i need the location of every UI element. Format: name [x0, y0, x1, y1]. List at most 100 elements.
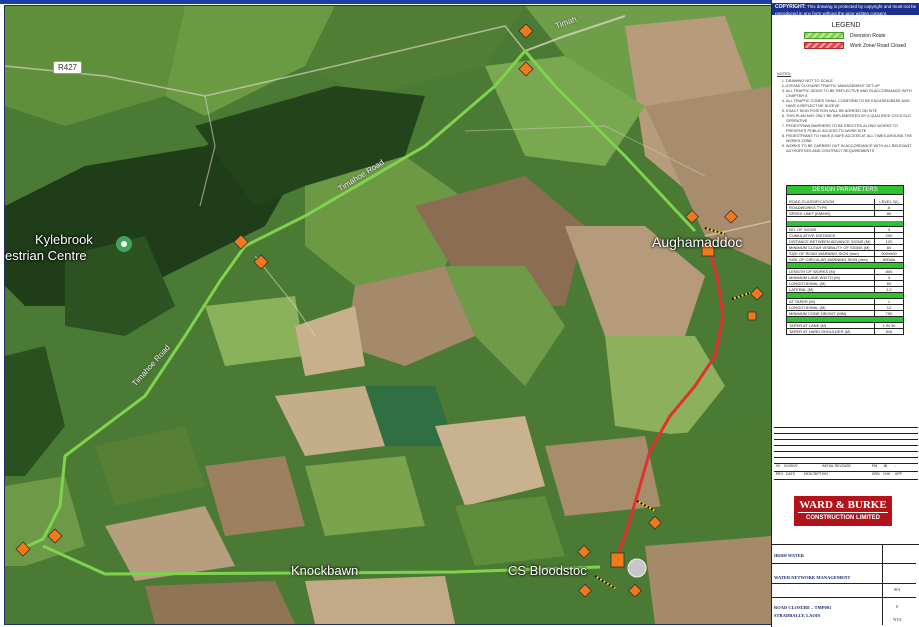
drawing-scale: NTS [893, 617, 902, 622]
logo-sub-text: CONSTRUCTION LIMITED [806, 515, 880, 521]
project-name: WATER NETWORK MANAGEMENT [774, 575, 851, 580]
place-label-cs-bloodstock: CS Bloodstoc [508, 563, 587, 578]
rev-header-date: DATE [786, 472, 796, 476]
legend-item-workzone: Work Zone/ Road Closed [778, 42, 914, 49]
rev-header-approved: APP [895, 472, 903, 476]
param-value: 800 [885, 269, 893, 274]
drawing-number: 001 [894, 587, 901, 592]
param-label: ROADWORKS TYPE [787, 205, 875, 210]
param-label: SPEED LIMIT (KM/HR) [787, 211, 875, 216]
design-parameters-table: DESIGN PARAMETERS ROAD CLASSIFICATION LEV… [786, 185, 904, 335]
param-value: 1 IN 30 [882, 323, 896, 328]
place-label-aughamaddoc: Aughamaddoc [652, 234, 743, 250]
design-parameters-title: DESIGN PARAMETERS [786, 185, 904, 195]
note-item: WORKS TO BE CARRIED OUT IN ACCORDANCE WI… [786, 144, 915, 154]
drawing-revision: 0 [896, 604, 899, 609]
rev-header-description: DESCRIPTION [804, 472, 828, 476]
param-label: MINIMUM LANE WIDTH (M) [787, 275, 875, 280]
rule [774, 439, 918, 440]
drawing-title-1: ROAD CLOSURE – TMP001 [774, 605, 832, 610]
copyright-label: COPYRIGHT: [775, 4, 806, 10]
legend-swatch-workzone [804, 42, 844, 49]
legend-label-workzone: Work Zone/ Road Closed [850, 42, 907, 49]
param-label: CUMULATIVE DISTANCE [787, 233, 875, 238]
rev-number: 00 [776, 464, 780, 468]
notes-title: NOTES: [777, 72, 792, 76]
legend-label-diversion: Diversion Route [850, 32, 886, 39]
legend: LEGEND Diversion Route Work Zone/ Road C… [778, 22, 914, 49]
rule [774, 427, 918, 428]
param-label: AT TAPER (M) [787, 299, 875, 304]
param-label: SIZE OF ROAD WARNING SIGN (mm) [787, 251, 875, 256]
notes: NOTES: DRAWING NOT TO SCALE A ROAD CLOSU… [777, 72, 915, 154]
notes-list: DRAWING NOT TO SCALE A ROAD CLOSURE TRAF… [777, 79, 915, 154]
param-label: LENGTH OF WORKS (M) [787, 269, 875, 274]
param-value: 3 [887, 275, 891, 280]
rev-drawn: PM [872, 464, 878, 468]
rule [774, 445, 918, 446]
param-label: NO. OF SIGNS [787, 227, 875, 232]
param-value: LEVEL 2(i) [879, 199, 899, 204]
rule [774, 457, 918, 458]
rev-header-drawn: DRN [872, 472, 880, 476]
place-label-kylebrook: Kylebrook [35, 232, 93, 247]
param-value: 200 [885, 233, 893, 238]
title-panel: COPYRIGHT: This drawing is protected by … [771, 0, 919, 627]
rule [774, 451, 918, 452]
param-value: 1.2 [886, 287, 892, 292]
note-item: THIS PLAN MAY ONLY BE IMPLEMENTED BY A Q… [786, 114, 915, 124]
rule [772, 597, 916, 598]
param-label: LONGITUDINAL (M) [787, 281, 875, 286]
rule [774, 433, 918, 434]
legend-item-diversion: Diversion Route [778, 32, 914, 39]
param-value: 120 [885, 239, 893, 244]
rev-description: INITIAL RELEASE [822, 464, 851, 468]
param-label: LATERAL (M) [787, 287, 875, 292]
param-label: LONGITUDINAL (M) [787, 305, 875, 310]
legend-title: LEGEND [831, 22, 861, 29]
param-value: N/A [885, 329, 893, 334]
param-value: 1 [887, 299, 891, 304]
note-item: PEDESTRIANS TO HAVE A SAFE ACCESS AT ALL… [786, 134, 915, 144]
note-item: ALL TRAFFIC SIGNS TO BE REFLECTIVE AND I… [786, 89, 915, 99]
copyright-banner: COPYRIGHT: This drawing is protected by … [772, 3, 919, 16]
param-label: DISTANCE BETWEEN ADVANCE SIGNS (M) [787, 239, 875, 244]
rule [772, 583, 916, 584]
param-label: MINIMUM CONE HEIGHT (MM) [787, 311, 875, 316]
param-label: SIZE OF CIRCULAR WARNING SIGN (mm) [787, 257, 875, 262]
satellite-map[interactable]: R427 Kylebrook estrian Centre Aughamaddo… [4, 5, 773, 625]
map-graphics [5, 6, 772, 624]
title-block: IRISH WATER WATER NETWORK MANAGEMENT ROA… [772, 544, 919, 625]
rule [772, 563, 916, 564]
client-name: IRISH WATER [774, 553, 804, 558]
note-item: PEDESTRIAN BARRIERS TO BE ERECTED ALONG … [786, 124, 915, 134]
param-label: ROAD CLASSIFICATION [787, 199, 875, 204]
place-label-equestrian: estrian Centre [5, 248, 87, 263]
divider [882, 545, 883, 625]
rule [774, 479, 918, 480]
rev-checked: JB [883, 464, 888, 468]
rev-header-rev: REV [776, 472, 784, 476]
param-value: 80 [886, 211, 892, 216]
param-value: 600dia [882, 257, 895, 262]
company-logo: WARD & BURKE CONSTRUCTION LIMITED [794, 496, 892, 526]
param-value: 12 [886, 305, 892, 310]
param-value: 750 [885, 311, 893, 316]
logo-main-text: WARD & BURKE [798, 496, 888, 513]
drawing-title-2: STRADBALLY, LAOIS [774, 613, 821, 618]
param-value: 3 [887, 227, 891, 232]
param-value: 60 [886, 245, 892, 250]
param-label: TAPER AT LANE (M) [787, 323, 875, 328]
rev-date: 01/09/22 [784, 464, 798, 468]
table-row: TAPER AT HARD SHOULDER (M) N/A [786, 329, 904, 335]
param-value: 900x900 [881, 251, 897, 256]
param-label: MINIMUM CLEAR VISIBILITY OF SIGNS (M) [787, 245, 875, 250]
note-item: ALL TRAFFIC CONES SHALL CONFORM TO BE EN… [786, 99, 915, 109]
param-value: A [887, 205, 891, 210]
route-shield-r427: R427 [53, 61, 83, 74]
place-label-knockbawn: Knockbawn [291, 563, 359, 578]
rev-header-checked: CHK [883, 472, 891, 476]
rev-approved: - [895, 464, 897, 468]
legend-swatch-diversion [804, 32, 844, 39]
drawing-sheet: R427 Kylebrook estrian Centre Aughamaddo… [0, 0, 919, 627]
